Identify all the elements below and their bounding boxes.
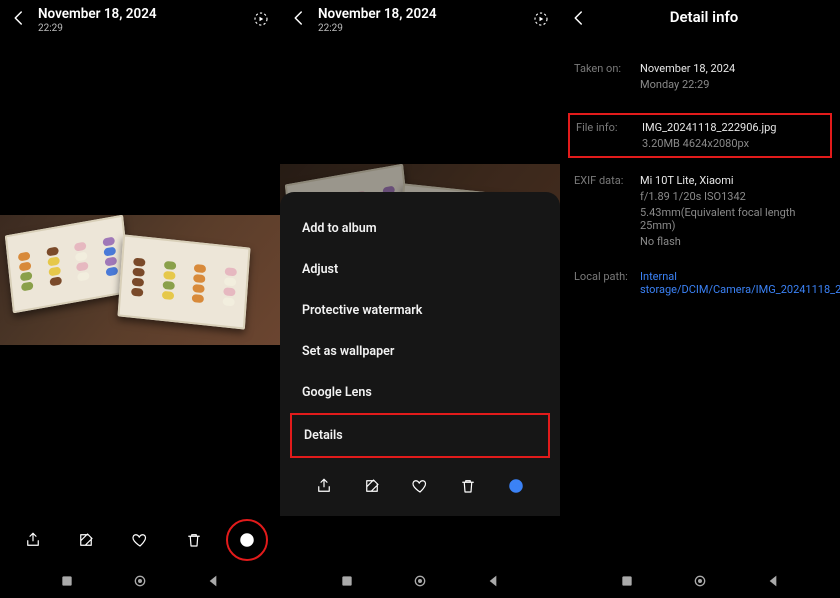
nav-back[interactable] (765, 573, 781, 589)
value-local-path[interactable]: Internal storage/DCIM/Camera/IMG_2024111… (640, 270, 840, 296)
label-taken-on: Taken on: (574, 62, 632, 91)
nav-back[interactable] (205, 573, 221, 589)
system-nav-bar (0, 564, 280, 598)
menu-protective-watermark[interactable]: Protective watermark (298, 290, 542, 331)
back-button[interactable] (288, 7, 310, 29)
panel-photo-view: November 18, 2024 22:29 (0, 0, 280, 598)
favorite-button[interactable] (125, 525, 155, 555)
heart-icon (131, 531, 149, 549)
spacer (560, 318, 840, 564)
back-arrow-icon (570, 9, 588, 27)
header-date: November 18, 2024 (38, 6, 157, 22)
back-arrow-icon (10, 9, 28, 27)
system-nav-bar (280, 564, 560, 598)
menu-adjust[interactable]: Adjust (298, 249, 542, 290)
taken-on-day-time: Monday 22:29 (640, 78, 826, 91)
trash-icon (185, 531, 203, 549)
more-icon (507, 477, 525, 495)
delete-button[interactable] (453, 471, 483, 501)
action-bar (298, 462, 542, 510)
share-icon (24, 531, 42, 549)
nav-recents[interactable] (59, 573, 75, 589)
action-bar (0, 516, 280, 564)
menu-add-to-album[interactable]: Add to album (298, 208, 542, 249)
nav-home[interactable] (412, 573, 428, 589)
more-button[interactable] (232, 525, 262, 555)
back-arrow-icon (290, 9, 308, 27)
cast-icon (252, 10, 270, 28)
value-taken-on: November 18, 2024 Monday 22:29 (640, 62, 826, 91)
favorite-button[interactable] (405, 471, 435, 501)
label-file-info: File info: (576, 121, 634, 150)
system-nav-bar (560, 564, 840, 598)
delete-button[interactable] (179, 525, 209, 555)
edit-button[interactable] (71, 525, 101, 555)
edit-icon (77, 531, 95, 549)
share-button[interactable] (18, 525, 48, 555)
cast-button[interactable] (250, 8, 272, 30)
nav-home[interactable] (692, 573, 708, 589)
nav-home[interactable] (132, 573, 148, 589)
share-button[interactable] (309, 471, 339, 501)
more-button[interactable] (501, 471, 531, 501)
back-button[interactable] (8, 7, 30, 29)
exif-flash: No flash (640, 235, 826, 248)
more-menu-sheet: Add to album Adjust Protective watermark… (280, 192, 560, 516)
header: November 18, 2024 22:29 (280, 0, 560, 44)
file-size-dims: 3.20MB 4624x2080px (642, 137, 824, 150)
header-date: November 18, 2024 (318, 6, 437, 22)
nav-recents[interactable] (619, 573, 635, 589)
exif-settings: f/1.89 1/20s ISO1342 (640, 190, 826, 203)
panel-more-menu: November 18, 2024 22:29 Add to album Adj (280, 0, 560, 598)
file-name: IMG_20241118_222906.jpg (642, 121, 824, 134)
label-exif: EXIF data: (574, 174, 632, 248)
header: November 18, 2024 22:29 (0, 0, 280, 44)
share-icon (315, 477, 333, 495)
edit-button[interactable] (357, 471, 387, 501)
photo-viewport[interactable] (0, 44, 280, 516)
taken-on-date: November 18, 2024 (640, 62, 826, 75)
more-icon (238, 531, 256, 549)
details-list: Taken on: November 18, 2024 Monday 22:29… (560, 44, 840, 318)
menu-google-lens[interactable]: Google Lens (298, 372, 542, 413)
menu-set-as-wallpaper[interactable]: Set as wallpaper (298, 331, 542, 372)
exif-lens: 5.43mm(Equivalent focal length 25mm) (640, 206, 826, 232)
heart-icon (411, 477, 429, 495)
menu-details[interactable]: Details (304, 423, 536, 448)
trash-icon (459, 477, 477, 495)
back-button[interactable] (568, 7, 590, 29)
nav-recents[interactable] (339, 573, 355, 589)
nav-back[interactable] (485, 573, 501, 589)
header-text: November 18, 2024 22:29 (318, 6, 437, 34)
label-local-path: Local path: (574, 270, 632, 296)
header-text: November 18, 2024 22:29 (38, 6, 157, 34)
header: Detail info (560, 0, 840, 44)
page-title: Detail info (598, 8, 810, 26)
value-exif: Mi 10T Lite, Xiaomi f/1.89 1/20s ISO1342… (640, 174, 826, 248)
photo-image (0, 215, 280, 345)
panel-detail-info: Detail info Taken on: November 18, 2024 … (560, 0, 840, 598)
cast-icon (532, 10, 550, 28)
header-time: 22:29 (318, 23, 437, 34)
detail-taken-on: Taken on: November 18, 2024 Monday 22:29 (574, 62, 826, 91)
value-file-info: IMG_20241118_222906.jpg 3.20MB 4624x2080… (642, 121, 824, 150)
edit-icon (363, 477, 381, 495)
detail-exif: EXIF data: Mi 10T Lite, Xiaomi f/1.89 1/… (574, 174, 826, 248)
exif-device: Mi 10T Lite, Xiaomi (640, 174, 826, 187)
detail-local-path: Local path: Internal storage/DCIM/Camera… (574, 270, 826, 296)
detail-file-info: File info: IMG_20241118_222906.jpg 3.20M… (568, 113, 832, 158)
cast-button[interactable] (530, 8, 552, 30)
header-time: 22:29 (38, 23, 157, 34)
highlight-box: Details (290, 413, 550, 458)
